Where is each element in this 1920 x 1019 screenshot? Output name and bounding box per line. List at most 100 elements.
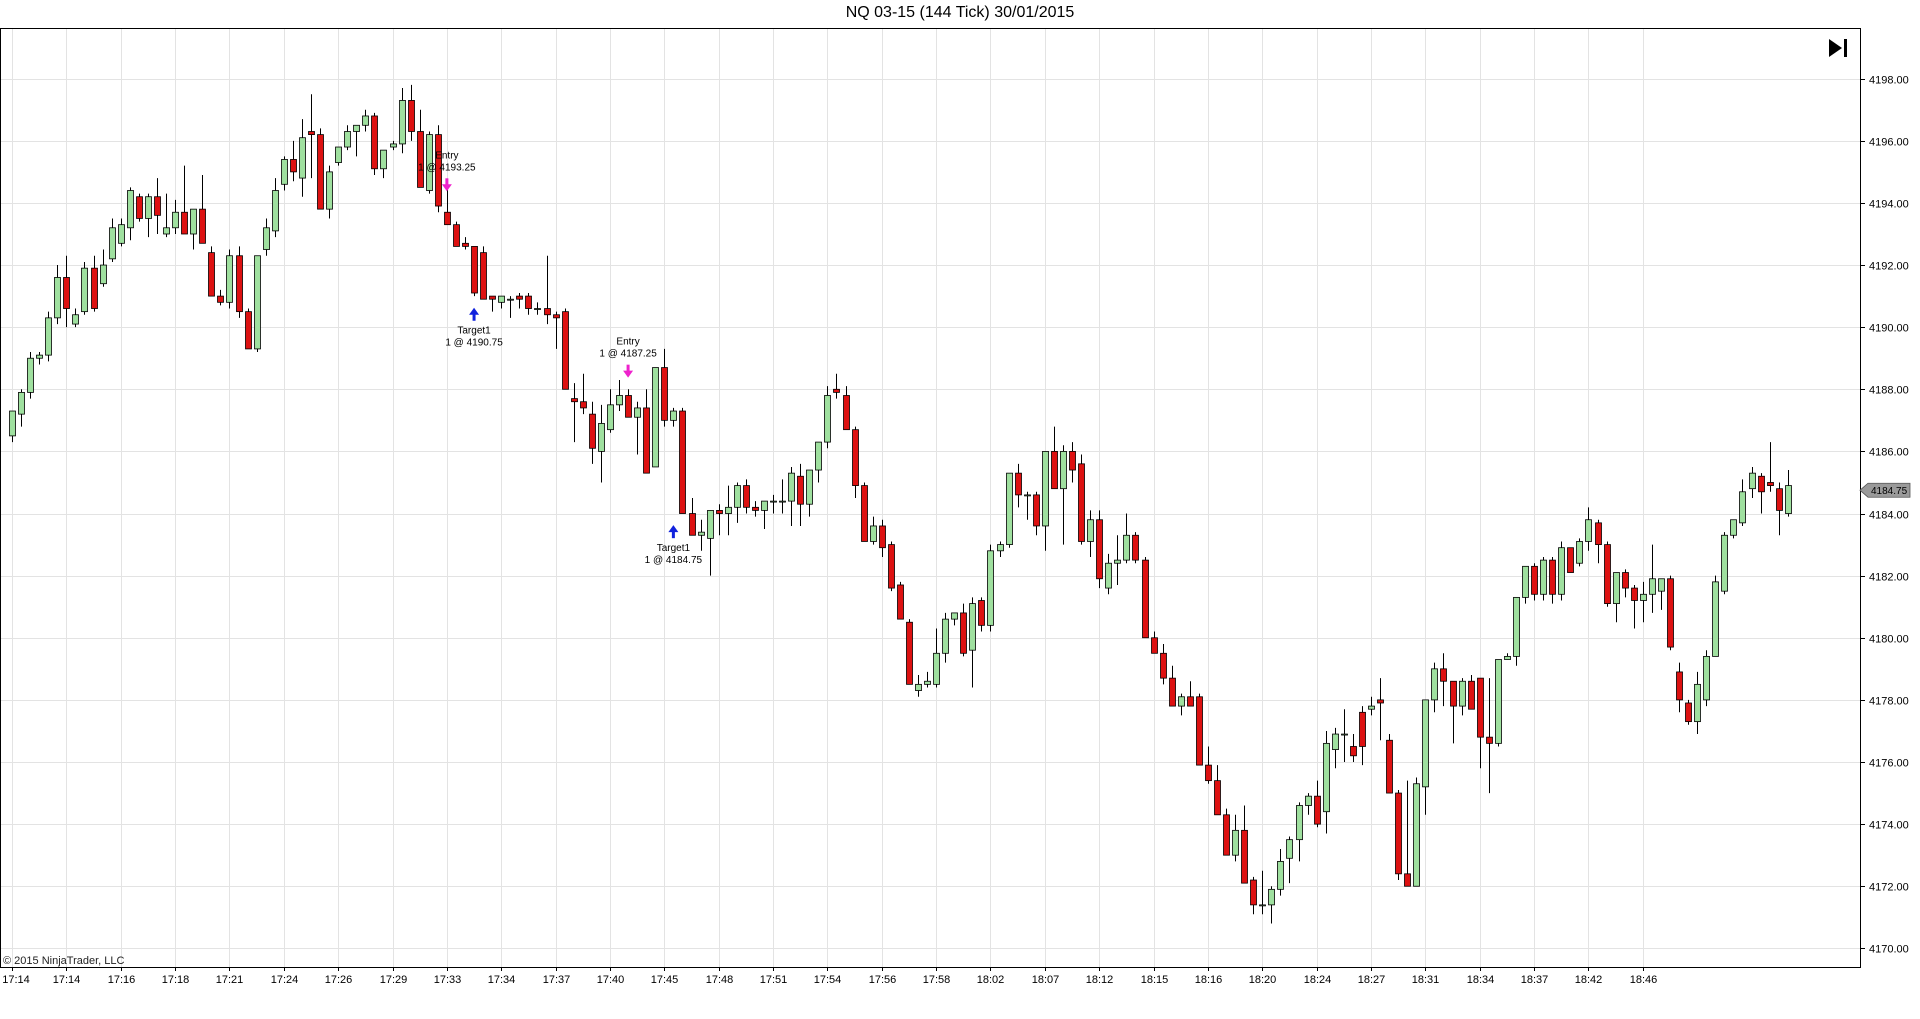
candle [362, 109, 369, 132]
time-tick-label: 18:27 [1358, 974, 1386, 986]
candle [1160, 643, 1167, 685]
candle-body-up [725, 506, 732, 514]
candle-body-up [226, 255, 233, 303]
candle [1015, 463, 1022, 508]
candle-body-up [1087, 519, 1094, 542]
candle [1685, 699, 1692, 725]
entry-arrow-icon [445, 178, 449, 186]
candle-body-up [1522, 565, 1529, 598]
time-tick-label: 17:18 [162, 974, 190, 986]
candle [326, 165, 333, 219]
target-label: Target1 [657, 543, 691, 554]
candle-body-up [1785, 485, 1792, 514]
candle [308, 94, 315, 179]
candle-body-down [1214, 780, 1221, 816]
candle-body-down [1314, 795, 1321, 825]
candle-body-up [933, 652, 940, 685]
candle-body-down [797, 475, 804, 505]
candle [1595, 519, 1602, 564]
candle-body-up [734, 485, 741, 508]
candle [1440, 653, 1447, 707]
time-tick-label: 17:29 [380, 974, 408, 986]
scroll-to-end-button[interactable] [1826, 36, 1852, 60]
candle [1613, 572, 1620, 623]
candle [1341, 709, 1348, 763]
candle [951, 612, 958, 626]
candle [1069, 442, 1076, 483]
candle [879, 519, 886, 558]
candle [589, 401, 596, 464]
candle-body-down [562, 311, 569, 390]
candle-body-up [761, 500, 768, 511]
candle [915, 675, 922, 697]
time-axis[interactable]: 17:14 17:14 17:16 17:18 17:21 17:24 17:26 17:29… [2, 967, 1657, 986]
candle-body-down [743, 485, 750, 508]
candle [1694, 671, 1701, 735]
candle-body-up [870, 525, 877, 542]
candle [1631, 584, 1638, 629]
candle-body-up [1749, 472, 1756, 490]
candle [779, 479, 786, 514]
trade-markers: Entry1 @ 4193.25Target11 @ 4190.75 Entry1… [418, 150, 702, 566]
time-tick-label: 18:24 [1304, 974, 1332, 986]
price-candles [9, 84, 1792, 924]
candle [716, 504, 723, 536]
candle [172, 199, 179, 234]
target-arrow-icon [472, 313, 476, 321]
candle-body-down [589, 413, 596, 449]
candle-body-down [525, 295, 532, 309]
price-tick-label: 4186.00 [1869, 447, 1909, 459]
candle [471, 246, 478, 297]
candle [815, 441, 822, 483]
candle [344, 125, 351, 151]
candle [163, 193, 170, 238]
candle [960, 603, 967, 657]
candle [1513, 596, 1520, 666]
candle-body-up [1305, 795, 1312, 806]
candle [888, 541, 895, 592]
candle [1232, 814, 1239, 862]
candle-body-up [707, 510, 714, 539]
candle [1776, 482, 1783, 536]
candle-body-up [1268, 888, 1275, 906]
target-marker: Target11 @ 4190.75 [445, 307, 503, 349]
candle-body-down [888, 544, 895, 589]
candle [1214, 765, 1221, 816]
candle-body-up [1585, 519, 1592, 542]
price-axis[interactable]: 4170.00 4172.00 4174.00 4176.00 4178.00 4180.… [1860, 75, 1909, 956]
candle [353, 124, 360, 157]
candle-body-down [1015, 472, 1022, 496]
time-tick-label: 17:34 [488, 974, 516, 986]
candle [1196, 693, 1203, 766]
time-tick-label: 17:48 [706, 974, 734, 986]
candle [843, 386, 850, 431]
candle [1468, 675, 1475, 710]
candle-body-up [1649, 578, 1656, 595]
candlestick-chart[interactable]: Entry1 @ 4193.25Target11 @ 4190.75 Entry1… [0, 0, 1920, 1014]
candle [580, 373, 587, 415]
candle [1640, 581, 1647, 623]
candle-body-down [245, 311, 252, 350]
candle [1114, 535, 1121, 585]
time-tick-label: 18:15 [1141, 974, 1169, 986]
entry-label: Entry [616, 337, 639, 348]
price-tick-label: 4192.00 [1869, 261, 1909, 273]
candle-body-down [462, 242, 469, 247]
candle [634, 401, 641, 455]
candle-body-up [1730, 519, 1737, 536]
candle [507, 296, 514, 318]
time-tick-label: 18:07 [1032, 974, 1060, 986]
candle-body-up [1721, 534, 1728, 592]
candle-body-down [1096, 519, 1103, 580]
candle-body-down [679, 410, 686, 514]
candle [54, 265, 61, 325]
candle [997, 541, 1004, 558]
candle-body-up [45, 317, 52, 356]
price-tick-label: 4180.00 [1869, 634, 1909, 646]
candle-body-up [18, 391, 25, 415]
candle [335, 146, 342, 166]
candle [81, 261, 88, 315]
candle-body-up [1640, 593, 1647, 601]
candle [399, 88, 406, 154]
candle [534, 302, 541, 315]
